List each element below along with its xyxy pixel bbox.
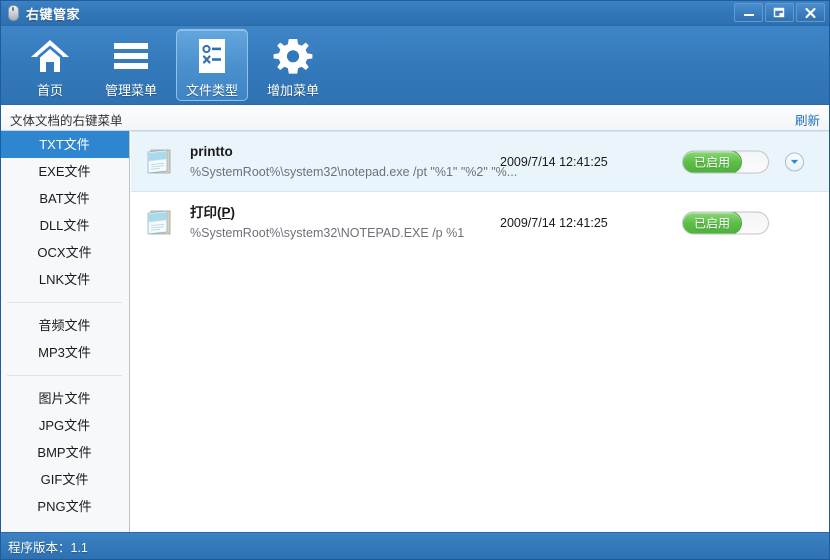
- window-controls: [734, 3, 825, 22]
- window-title: 右键管家: [26, 6, 81, 22]
- close-button[interactable]: [796, 3, 825, 22]
- toolbar-label-file-type: 文件类型: [185, 83, 238, 98]
- sidebar-item-音频文件[interactable]: 音频文件: [0, 312, 129, 339]
- app-window: 右键管家 首页 管理菜单 文件类型 增加菜单 文体文档的右键菜单 刷新 TXT文…: [0, 0, 830, 560]
- list-item-name: 打印(P): [190, 205, 236, 220]
- restore-button[interactable]: [765, 3, 794, 22]
- gear-icon: [273, 36, 313, 76]
- sidebar-item-PNG文件[interactable]: PNG文件: [0, 493, 129, 520]
- sidebar-item-BMP文件[interactable]: BMP文件: [0, 439, 129, 466]
- refresh-link[interactable]: 刷新: [795, 110, 820, 129]
- list-item-path: %SystemRoot%\system32\notepad.exe /pt "%…: [190, 165, 518, 179]
- sidebar-item-图片文件[interactable]: 图片文件: [0, 385, 129, 412]
- title-bar: 右键管家: [0, 0, 830, 26]
- list-icon: [111, 36, 151, 76]
- sidebar-item-LNK文件[interactable]: LNK文件: [0, 266, 129, 293]
- sidebar-separator: [7, 375, 122, 376]
- sidebar-item-GIF文件[interactable]: GIF文件: [0, 466, 129, 493]
- notepad-icon: [145, 146, 176, 177]
- toggle-knob: 已启用: [683, 151, 742, 172]
- sidebar-item-TXT文件[interactable]: TXT文件: [0, 131, 129, 158]
- toolbar: 首页 管理菜单 文件类型 增加菜单: [0, 26, 830, 105]
- section-title: 文体文档的右键菜单: [10, 114, 123, 128]
- status-bar: 程序版本：1.1: [0, 532, 830, 560]
- version-text: 程序版本：1.1: [8, 541, 88, 555]
- sidebar-item-EXE文件[interactable]: EXE文件: [0, 158, 129, 185]
- section-header: 文体文档的右键菜单 刷新: [0, 105, 830, 131]
- toolbar-label-add-menu: 增加菜单: [266, 83, 319, 98]
- close-icon: [805, 7, 816, 18]
- toolbar-button-file-type[interactable]: 文件类型: [176, 29, 248, 101]
- notepad-icon: [145, 207, 176, 238]
- toggle-knob: 已启用: [683, 212, 742, 233]
- sidebar-item-JPG文件[interactable]: JPG文件: [0, 412, 129, 439]
- sidebar-separator: [7, 302, 122, 303]
- toolbar-button-manage-menu[interactable]: 管理菜单: [95, 29, 167, 101]
- file-type-icon: [195, 36, 229, 76]
- sidebar-item-DLL文件[interactable]: DLL文件: [0, 212, 129, 239]
- home-icon: [29, 36, 71, 76]
- list-item-path: %SystemRoot%\system32\NOTEPAD.EXE /p %1: [190, 226, 465, 240]
- list-item[interactable]: printto %SystemRoot%\system32\notepad.exe…: [131, 131, 830, 192]
- row-dropdown-button[interactable]: [785, 152, 804, 171]
- toolbar-button-add-menu[interactable]: 增加菜单: [257, 29, 329, 101]
- sidebar-item-MP3文件[interactable]: MP3文件: [0, 339, 129, 366]
- mouse-icon: [8, 5, 19, 21]
- title-bar-left: 右键管家: [8, 0, 80, 26]
- list-item-date: 2009/7/14 12:41:25: [500, 215, 608, 230]
- list-item-date: 2009/7/14 12:41:25: [500, 154, 608, 169]
- minimize-icon: [743, 13, 754, 16]
- toggle-label: 已启用: [693, 216, 730, 230]
- toolbar-label-home: 首页: [36, 83, 63, 98]
- restore-icon: [773, 7, 785, 18]
- sidebar-item-OCX文件[interactable]: OCX文件: [0, 239, 129, 266]
- enable-toggle[interactable]: 已启用: [682, 211, 769, 234]
- list-item-name: printto: [190, 144, 233, 159]
- sidebar-item-BAT文件[interactable]: BAT文件: [0, 185, 129, 212]
- minimize-button[interactable]: [734, 3, 763, 22]
- toolbar-button-home[interactable]: 首页: [14, 29, 86, 101]
- list-item-texts: printto %SystemRoot%\system32\notepad.exe…: [190, 143, 530, 180]
- enable-toggle[interactable]: 已启用: [682, 150, 769, 173]
- sidebar: TXT文件 EXE文件 BAT文件 DLL文件 OCX文件 LNK文件音频文件 MP3文件图…: [0, 131, 130, 532]
- toggle-label: 已启用: [693, 155, 730, 169]
- list-item-texts: 打印(P) %SystemRoot%\system32\NOTEPAD.EXE /…: [190, 204, 530, 241]
- menu-item-list: printto %SystemRoot%\system32\notepad.exe…: [131, 131, 830, 532]
- toolbar-label-manage-menu: 管理菜单: [104, 83, 157, 98]
- chevron-down-icon: [790, 159, 799, 164]
- list-item[interactable]: 打印(P) %SystemRoot%\system32\NOTEPAD.EXE /…: [131, 192, 830, 253]
- content-area: 文体文档的右键菜单 刷新 TXT文件 EXE文件 BAT文件 DLL文件 OCX文件 LN…: [0, 105, 830, 532]
